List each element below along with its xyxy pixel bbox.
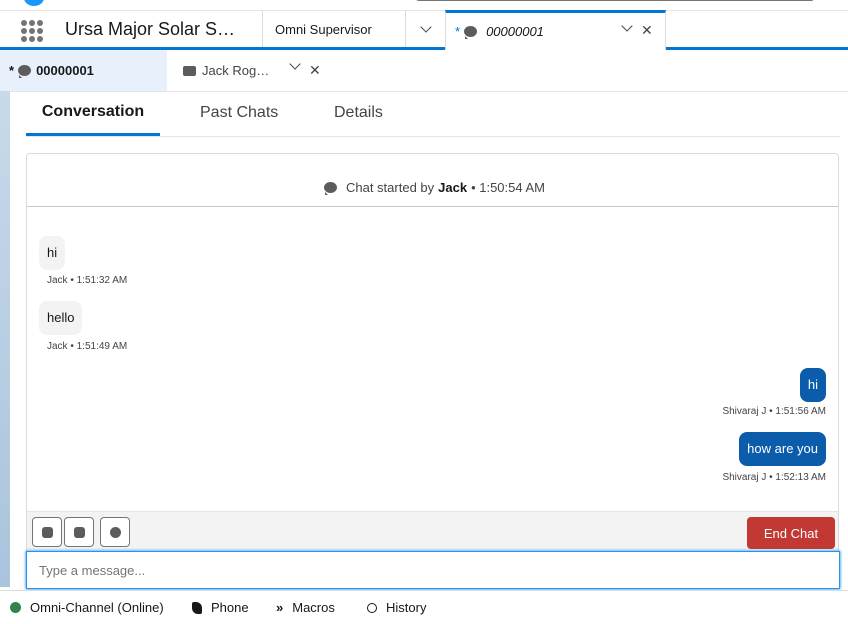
chat-bubble-icon <box>323 181 337 195</box>
chat-transcript: Chat started by Jack • 1:50:54 AM hi Jac… <box>26 153 839 587</box>
online-status-icon <box>10 602 21 613</box>
transfer-icon <box>73 526 85 538</box>
transfer-button[interactable] <box>64 517 94 547</box>
tab-past-chats[interactable]: Past Chats <box>200 91 278 135</box>
utility-omni-channel[interactable]: Omni-Channel (Online) <box>10 591 164 624</box>
chat-message-meta: Shivaraj J • 1:52:13 AM <box>722 472 826 483</box>
chat-started-text: Chat started by <box>345 179 435 195</box>
nav-tab-omni-supervisor[interactable]: Omni Supervisor <box>262 11 406 47</box>
unsaved-marker: * <box>455 24 461 39</box>
tab-conversation[interactable]: Conversation <box>26 91 160 136</box>
raise-flag-button[interactable] <box>32 517 62 547</box>
unsaved-marker: * <box>9 63 15 78</box>
chat-bubble-icon <box>18 65 32 78</box>
record-tabs: Conversation Past Chats Details <box>26 91 840 137</box>
chat-message-outgoing: hi <box>799 368 826 402</box>
utility-label: History <box>386 600 427 615</box>
chat-message-incoming: hi <box>39 236 66 270</box>
nav-tab-label: Omni Supervisor <box>275 21 372 37</box>
close-icon[interactable]: ✕ <box>309 62 321 79</box>
nav-tab-label: 00000001 <box>486 24 544 39</box>
global-search-bar[interactable] <box>415 0 815 1</box>
chat-started-banner: Chat started by Jack • 1:50:54 AM <box>27 154 838 207</box>
chat-message-incoming: hello <box>39 301 83 335</box>
subtab-contact[interactable]: Jack Rog… ✕ <box>167 50 327 91</box>
left-background-panel <box>0 91 10 587</box>
chat-started-name: Jack <box>438 179 468 195</box>
quick-text-icon <box>109 526 121 538</box>
app-launcher-icon[interactable] <box>21 20 43 42</box>
utility-history[interactable]: History <box>367 591 426 624</box>
navigation-bar: Ursa Major Solar S… Omni Supervisor * 00… <box>0 10 848 50</box>
chat-message-meta: Jack • 1:51:32 AM <box>47 275 128 286</box>
utility-macros[interactable]: » Macros <box>276 591 335 624</box>
contact-card-icon <box>183 65 196 76</box>
utility-label: Omni-Channel (Online) <box>30 600 164 615</box>
hand-icon <box>41 526 53 538</box>
history-icon <box>367 602 377 613</box>
quick-text-button[interactable] <box>100 517 130 547</box>
chat-message-meta: Shivaraj J • 1:51:56 AM <box>722 406 826 417</box>
chevron-down-icon <box>419 21 432 33</box>
nav-tab-chat-00000001[interactable]: * 00000001 ✕ <box>445 10 666 50</box>
macros-icon: » <box>276 600 284 615</box>
subtab-chat-00000001[interactable]: * 00000001 <box>0 50 167 91</box>
chat-toolbar: End Chat <box>27 511 838 550</box>
chat-bubble-icon <box>464 26 478 39</box>
close-icon[interactable]: ✕ <box>641 22 653 39</box>
nav-menu-button[interactable] <box>405 11 445 47</box>
global-header-strip <box>0 0 848 11</box>
utility-phone[interactable]: Phone <box>192 591 249 624</box>
chat-message-meta: Jack • 1:51:49 AM <box>47 341 128 352</box>
chat-started-time: • 1:50:54 AM <box>471 179 545 195</box>
utility-bar: Omni-Channel (Online) Phone » Macros His… <box>0 590 848 624</box>
subtab-label: Jack Rog… <box>202 63 270 78</box>
org-logo <box>24 0 44 6</box>
subtab-label: 00000001 <box>36 63 94 78</box>
end-chat-button[interactable]: End Chat <box>747 517 835 549</box>
workspace-subtabs: * 00000001 Jack Rog… ✕ <box>0 50 848 92</box>
utility-label: Macros <box>292 600 335 615</box>
message-input[interactable] <box>26 551 840 589</box>
utility-label: Phone <box>211 600 249 615</box>
chevron-down-icon[interactable] <box>621 20 633 32</box>
phone-icon <box>192 601 202 614</box>
chevron-down-icon[interactable] <box>289 58 301 70</box>
tab-details[interactable]: Details <box>334 91 383 135</box>
chat-message-outgoing: how are you <box>739 432 826 466</box>
app-name: Ursa Major Solar S… <box>65 19 236 39</box>
